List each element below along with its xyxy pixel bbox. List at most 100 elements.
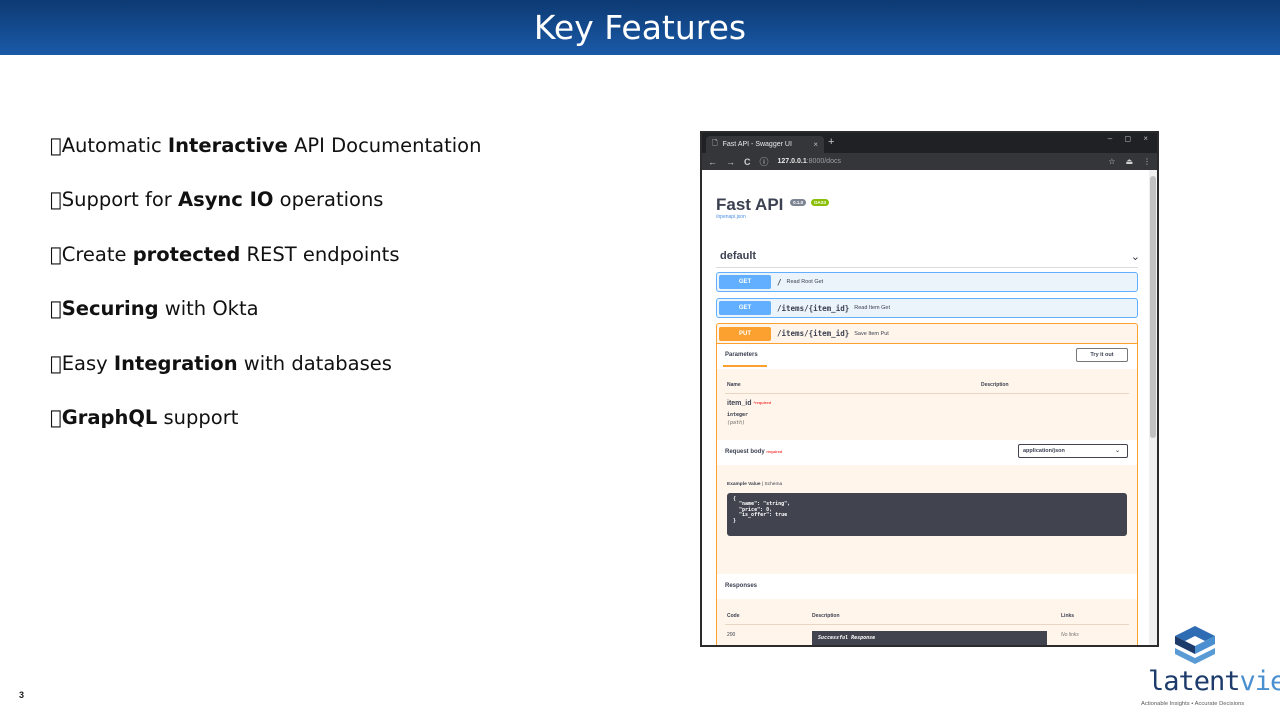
feature-text: REST endpoints xyxy=(228,242,399,266)
content-type-value: application/json xyxy=(1023,448,1065,454)
divider xyxy=(716,267,1138,268)
swagger-page: Fast API 0.1.0 OAS3 /openapi.json defaul… xyxy=(702,170,1157,645)
request-body-text: Request body xyxy=(725,449,765,455)
logo-word-left: latent xyxy=(1148,666,1241,697)
feature-list: Automatic Interactive API Documentation… xyxy=(50,134,610,460)
logo-tagline: Actionable Insights • Accurate Decisions xyxy=(1141,701,1245,707)
feature-text: API Documentation xyxy=(276,134,481,157)
url-host: 127.0.0.1 xyxy=(777,158,807,165)
feature-text: Easy xyxy=(50,351,108,375)
feature-item: Create protected REST endpoints xyxy=(50,243,610,297)
parameters-tab[interactable]: Parameters xyxy=(725,352,758,358)
try-it-out-button[interactable]: Try it out xyxy=(1076,348,1128,362)
response-description: Successful Response xyxy=(812,631,1047,645)
operation-get-item[interactable]: GET /items/{item_id} Read Item Get xyxy=(716,298,1138,318)
feature-bold: Integration xyxy=(102,351,238,375)
api-title-text: Fast API xyxy=(716,195,784,214)
browser-tab[interactable]: 🗋 Fast API - Swagger UI × xyxy=(706,136,824,153)
back-icon[interactable]: ← xyxy=(708,157,717,167)
section-title: default xyxy=(720,250,757,262)
feature-bold: protected xyxy=(121,242,241,266)
feature-text: support xyxy=(145,405,239,429)
param-location: (path) xyxy=(727,420,746,426)
forward-icon[interactable]: → xyxy=(726,157,735,167)
slide-header: Key Features xyxy=(0,0,1280,55)
operation-path: /items/{item_id} xyxy=(777,303,850,313)
chevron-down-icon: ⌄ xyxy=(1130,251,1140,263)
star-icon[interactable]: ☆ xyxy=(1108,157,1115,166)
feature-bold: Async IO xyxy=(166,188,273,212)
feature-item: GraphQL support xyxy=(50,406,610,460)
feature-bold: Securing xyxy=(50,297,159,321)
chevron-down-icon: ⌄ xyxy=(1114,448,1120,454)
menu-icon[interactable]: ⋮ xyxy=(1143,157,1151,166)
divider xyxy=(725,624,1129,625)
example-tabs: Example Value | Schema xyxy=(727,482,783,487)
request-body-label: Request body required xyxy=(725,449,782,455)
operation-summary: Read Item Get xyxy=(854,305,891,311)
feature-bold: Interactive xyxy=(156,134,288,157)
scrollbar[interactable] xyxy=(1149,170,1157,645)
responses-label: Responses xyxy=(725,583,758,589)
address-bar: ← → C ⓘ 127.0.0.1:8000/docs ☆ ⏏ ⋮ xyxy=(702,153,1157,170)
url-path: :8000/docs xyxy=(806,158,841,165)
feature-item: Easy Integration with databases xyxy=(50,352,610,406)
profile-icon[interactable]: ⏏ xyxy=(1125,157,1133,166)
close-icon[interactable]: × xyxy=(813,140,818,149)
feature-bold: GraphQL xyxy=(50,405,157,429)
parameters-bar: Parameters Try it out xyxy=(717,344,1137,369)
example-value-tab[interactable]: Example Value xyxy=(727,482,761,487)
scrollbar-thumb[interactable] xyxy=(1150,176,1156,438)
method-badge: GET xyxy=(719,301,771,315)
param-name-text: item_id xyxy=(727,400,752,407)
browser-screenshot: 🗋 Fast API - Swagger UI × + – ◻ × ← → C … xyxy=(700,131,1159,647)
content-type-select[interactable]: application/json ⌄ xyxy=(1018,444,1128,458)
feature-item: Support for Async IO operations xyxy=(50,188,610,242)
put-header[interactable]: PUT /items/{item_id} Save Item Put xyxy=(717,324,1137,344)
divider xyxy=(725,393,1129,394)
api-title: Fast API 0.1.0 OAS3 xyxy=(716,195,830,215)
operation-put-item: PUT /items/{item_id} Save Item Put Param… xyxy=(716,323,1138,645)
logo-word-right: view xyxy=(1239,666,1280,697)
column-header-links: Links xyxy=(1061,613,1075,619)
feature-text: with Okta xyxy=(146,297,259,321)
feature-text: Create xyxy=(50,242,127,266)
operation-path: /items/{item_id} xyxy=(777,329,850,338)
column-header-code: Code xyxy=(727,613,740,619)
example-code-block: { "name": "string", "price": 0, "is_offe… xyxy=(727,493,1127,536)
operation-path: / xyxy=(777,277,782,287)
url-field[interactable]: 127.0.0.1:8000/docs xyxy=(778,158,841,165)
new-tab-icon[interactable]: + xyxy=(828,136,834,148)
feature-text: operations xyxy=(261,188,384,212)
feature-text: with databases xyxy=(225,351,392,375)
section-default[interactable]: default ⌄ xyxy=(720,250,1140,263)
page-number: 3 xyxy=(19,690,25,700)
responses-bar: Responses xyxy=(717,574,1137,599)
page-icon: 🗋 xyxy=(712,140,718,147)
feature-text: Automatic xyxy=(50,134,162,157)
response-code: 200 xyxy=(727,632,736,638)
operation-get-root[interactable]: GET / Read Root Get xyxy=(716,272,1138,292)
column-header-name: Name xyxy=(727,382,741,388)
feature-item: Securing with Okta xyxy=(50,297,610,351)
feature-text: Support for xyxy=(50,188,172,212)
version-badge: 0.1.0 xyxy=(790,199,807,206)
param-type: integer xyxy=(727,412,749,418)
window-controls[interactable]: – ◻ × xyxy=(1108,134,1153,143)
openapi-link[interactable]: /openapi.json xyxy=(716,214,746,220)
column-header-description: Description xyxy=(812,613,840,619)
required-label: required xyxy=(755,400,772,405)
schema-tab[interactable]: Schema xyxy=(765,482,783,487)
logo-wordmark: latentview xyxy=(1148,666,1280,697)
response-links: No links xyxy=(1061,632,1079,638)
param-name: item_id *required xyxy=(727,400,771,407)
tab-strip: 🗋 Fast API - Swagger UI × + – ◻ × xyxy=(702,133,1157,153)
feature-item: Automatic Interactive API Documentation xyxy=(50,134,610,188)
oas-badge: OAS3 xyxy=(810,199,830,206)
reload-icon[interactable]: C xyxy=(744,157,751,167)
tab-title: Fast API - Swagger UI xyxy=(722,141,792,148)
tab-underline xyxy=(723,365,767,367)
info-icon[interactable]: ⓘ xyxy=(760,155,769,168)
slide-title: Key Features xyxy=(533,8,747,47)
request-body-bar: Request body required application/json ⌄ xyxy=(717,440,1137,465)
